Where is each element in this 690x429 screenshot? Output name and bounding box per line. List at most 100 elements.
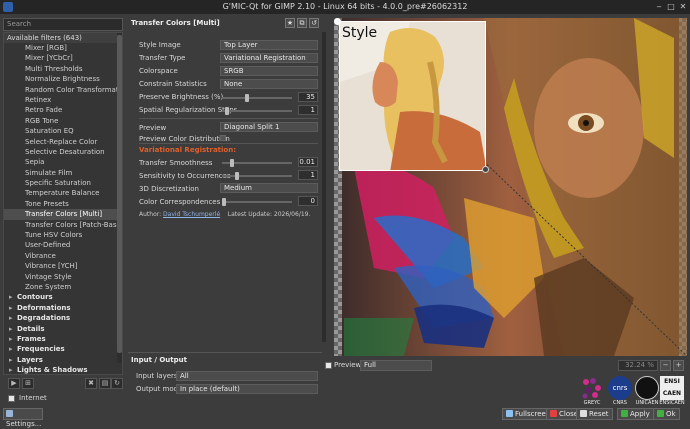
internet-checkbox[interactable] — [8, 395, 15, 402]
minimize-icon[interactable]: ‒ — [654, 2, 664, 12]
filter-category-label: Lights & Shadows — [17, 366, 88, 375]
filter-item[interactable]: Tune HSV Colors — [4, 230, 122, 240]
split-handle-top[interactable] — [334, 18, 341, 25]
discretization-select[interactable]: Medium — [220, 183, 318, 193]
reset-button[interactable]: Reset — [576, 408, 613, 420]
output-mode-select[interactable]: In place (default) — [176, 384, 318, 394]
filter-item[interactable]: Retinex — [4, 95, 122, 105]
refresh-icon[interactable]: ↻ — [111, 378, 123, 389]
close-window-icon[interactable]: ✕ — [678, 2, 688, 12]
filter-item[interactable]: User-Defined — [4, 240, 122, 250]
filter-item[interactable]: Vibrance — [4, 251, 122, 261]
rename-fav-icon[interactable]: ▤ — [99, 378, 111, 389]
filter-item[interactable]: Multi Thresholds — [4, 64, 122, 74]
filter-item[interactable]: Transfer Colors [Patch-Based] — [4, 220, 122, 230]
style-image-select[interactable]: Top Layer — [220, 40, 318, 50]
expand-arrow-icon[interactable]: ▸ — [9, 334, 17, 344]
filter-category[interactable]: ▸ Lights & Shadows — [4, 365, 122, 375]
filter-tree-scrollbar[interactable] — [117, 33, 122, 363]
preview-mode-select[interactable]: Full — [360, 360, 432, 371]
favorite-icon[interactable]: ★ — [285, 18, 295, 28]
filter-item[interactable]: Simulate Film — [4, 168, 122, 178]
filter-item[interactable]: Saturation EQ — [4, 126, 122, 136]
filter-title: Transfer Colors [Multi] — [131, 19, 220, 27]
expand-arrow-icon[interactable]: ▸ — [9, 292, 17, 302]
filter-item[interactable]: Selective Desaturation — [4, 147, 122, 157]
transfer-type-select[interactable]: Variational Registration — [220, 53, 318, 63]
filter-category[interactable]: ▸ Frames — [4, 334, 122, 344]
filter-item[interactable]: Mixer [RGB] — [4, 43, 122, 53]
expand-arrow-icon[interactable]: ▸ — [9, 324, 17, 334]
filter-category[interactable]: ▸ Frequencies — [4, 344, 122, 354]
filter-item[interactable]: Tone Presets — [4, 199, 122, 209]
sensitivity-value[interactable]: 1 — [298, 170, 318, 180]
filter-item[interactable]: Zone System — [4, 282, 122, 292]
preview-type-select[interactable]: Diagonal Split 1 — [220, 122, 318, 132]
filter-item[interactable]: Random Color Transformation — [4, 85, 122, 95]
slider-knob[interactable] — [229, 159, 234, 167]
copy-icon[interactable]: ⧉ — [297, 18, 307, 28]
author-prefix: Author: — [139, 211, 164, 218]
expand-arrow-icon[interactable]: ▸ — [9, 313, 17, 323]
settings-button[interactable]: Settings... — [3, 408, 43, 428]
filter-category[interactable]: ▸ Details — [4, 324, 122, 334]
expand-all-icon[interactable]: ⊞ — [22, 378, 34, 389]
smoothness-value[interactable]: 0.01 — [298, 157, 318, 167]
expand-arrow-icon[interactable]: ▸ — [9, 365, 17, 374]
apply-button[interactable]: Apply — [617, 408, 654, 420]
brightness-value[interactable]: 35 — [298, 92, 318, 102]
brightness-slider[interactable] — [222, 94, 292, 102]
filter-category-label: Contours — [17, 293, 53, 302]
split-handle-bottom[interactable] — [482, 166, 489, 173]
filter-item[interactable]: Temperature Balance — [4, 188, 122, 198]
author-link[interactable]: David Tschumperlé — [163, 211, 220, 218]
zoom-out-icon[interactable]: − — [660, 360, 671, 371]
filter-tree-header[interactable]: Available filters (643) — [4, 33, 122, 43]
slider-knob[interactable] — [235, 172, 240, 180]
slider-knob[interactable] — [222, 198, 226, 206]
filter-item[interactable]: Vibrance [YCH] — [4, 261, 122, 271]
preview-dist-checkbox[interactable] — [220, 135, 226, 141]
preview-checkbox[interactable] — [325, 362, 332, 369]
spatial-value[interactable]: 1 — [298, 105, 318, 115]
input-layers-select[interactable]: All — [176, 371, 318, 381]
colorspace-select[interactable]: SRGB — [220, 66, 318, 76]
search-input[interactable]: Search — [3, 18, 123, 31]
filter-item[interactable]: Normalize Brightness — [4, 74, 122, 84]
expand-arrow-icon[interactable]: ▸ — [9, 355, 17, 365]
ok-button[interactable]: Ok — [653, 408, 680, 420]
discretization-label: 3D Discretization — [139, 185, 199, 193]
zoom-field[interactable]: 32.24 % — [618, 360, 658, 371]
slider-knob[interactable] — [225, 107, 230, 115]
maximize-icon[interactable]: □ — [666, 2, 676, 12]
remove-fav-icon[interactable]: ✖ — [85, 378, 97, 389]
filter-item[interactable]: Sepia — [4, 157, 122, 167]
sensitivity-slider[interactable] — [222, 172, 292, 180]
smoothness-label: Transfer Smoothness — [139, 159, 213, 167]
filter-item[interactable]: Retro Fade — [4, 105, 122, 115]
filter-item[interactable]: Mixer [YCbCr] — [4, 53, 122, 63]
zoom-in-icon[interactable]: + — [673, 360, 684, 371]
params-scrollbar[interactable] — [322, 32, 326, 342]
filter-item[interactable]: RGB Tone — [4, 116, 122, 126]
filter-item[interactable]: Transfer Colors [Multi] — [4, 209, 122, 220]
filter-category[interactable]: ▸ Degradations — [4, 313, 122, 323]
filter-item[interactable]: Select-Replace Color — [4, 137, 122, 147]
correspondences-value[interactable]: 0 — [298, 196, 318, 206]
constrain-select[interactable]: None — [220, 79, 318, 89]
filter-category[interactable]: ▸ Layers — [4, 355, 122, 365]
apply-icon — [621, 410, 628, 417]
zoom-in-icon[interactable]: ▶ — [8, 378, 20, 389]
slider-knob[interactable] — [245, 94, 250, 102]
smoothness-slider[interactable] — [222, 159, 292, 167]
expand-arrow-icon[interactable]: ▸ — [9, 344, 17, 354]
spatial-slider[interactable] — [222, 107, 292, 115]
expand-arrow-icon[interactable]: ▸ — [9, 303, 17, 313]
reset-params-icon[interactable]: ↺ — [309, 18, 319, 28]
filter-category[interactable]: ▸ Deformations — [4, 303, 122, 313]
filter-item[interactable]: Specific Saturation — [4, 178, 122, 188]
author-line: Author: David Tschumperlé Latest Update:… — [139, 211, 310, 218]
filter-item[interactable]: Vintage Style — [4, 272, 122, 282]
filter-category[interactable]: ▸ Contours — [4, 292, 122, 302]
correspondences-slider[interactable] — [222, 198, 292, 206]
